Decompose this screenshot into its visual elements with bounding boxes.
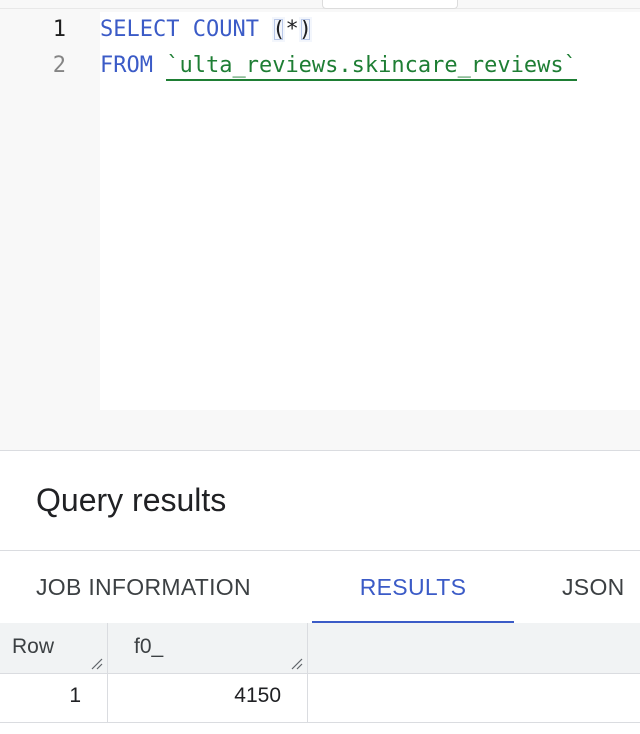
keyword-select: SELECT (100, 17, 180, 42)
results-tabs: JOB INFORMATION RESULTS JSON (0, 550, 640, 624)
column-header-label: Row (12, 635, 55, 658)
bigquery-page: 1 2 SELECT COUNT (*) FROM `ulta_reviews.… (0, 0, 640, 734)
resize-handle-icon[interactable] (89, 656, 103, 670)
sql-editor[interactable]: 1 2 SELECT COUNT (*) FROM `ulta_reviews.… (0, 0, 640, 451)
query-results-title: Query results (36, 482, 227, 518)
line-number: 1 (52, 17, 66, 42)
results-grid: Row f0_ 1 4150 (0, 623, 640, 723)
code-line-1[interactable]: SELECT COUNT (*) (100, 12, 640, 48)
code-area[interactable]: SELECT COUNT (*) FROM `ulta_reviews.skin… (100, 12, 640, 410)
close-paren: ) (298, 17, 312, 42)
editor-top-rule (0, 8, 640, 9)
row-empty-cell (308, 674, 640, 722)
code-line-2[interactable]: FROM `ulta_reviews.skincare_reviews` (100, 48, 640, 84)
row-number-cell: 1 (0, 674, 108, 722)
star-token: * (285, 17, 299, 42)
column-header-row: Row (0, 623, 108, 673)
column-header-empty (308, 623, 640, 673)
f0-value-cell[interactable]: 4150 (108, 674, 308, 722)
open-paren: ( (272, 17, 286, 42)
column-header-label: f0_ (134, 635, 164, 658)
editor-top-tab (322, 0, 458, 9)
column-header-f0: f0_ (108, 623, 308, 673)
row-number: 1 (69, 684, 81, 707)
resize-handle-icon[interactable] (289, 656, 303, 670)
line-number: 2 (52, 53, 66, 78)
keyword-from: FROM (100, 53, 153, 78)
table-row: 1 4150 (0, 674, 640, 723)
tab-json[interactable]: JSON (562, 551, 625, 623)
grid-header: Row f0_ (0, 623, 640, 674)
table-reference[interactable]: `ulta_reviews.skincare_reviews` (166, 53, 577, 81)
tab-job-information[interactable]: JOB INFORMATION (36, 551, 251, 623)
tab-results[interactable]: RESULTS (312, 551, 514, 624)
f0-value: 4150 (234, 684, 281, 707)
editor-gutter: 1 2 (0, 12, 78, 84)
function-count: COUNT (192, 17, 259, 42)
